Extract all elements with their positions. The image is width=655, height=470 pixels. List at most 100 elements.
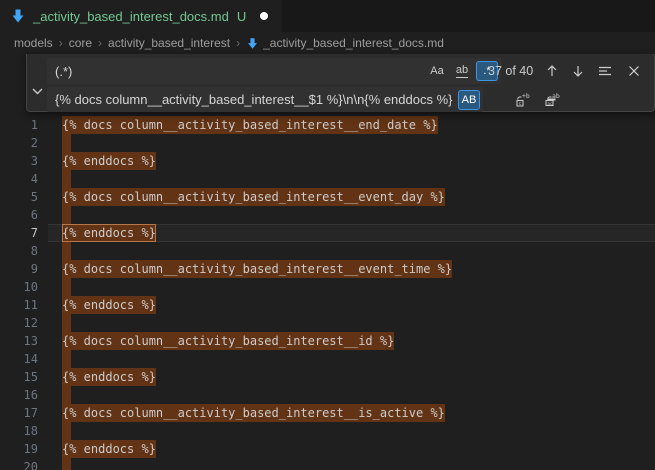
match-count-label: 37 of 40 [488,58,533,84]
whole-word-toggle[interactable]: ab [451,61,473,81]
next-match-button[interactable] [567,60,589,82]
tab-bar: _activity_based_interest_docs.md U [0,0,655,32]
breadcrumb-separator: › [59,36,63,50]
previous-match-button[interactable] [541,60,563,82]
line-number: 3 [0,152,48,170]
find-match-highlight: {% enddocs %} [62,368,156,386]
line-number: 8 [0,242,48,260]
editor-line[interactable]: 8 [0,242,655,260]
find-match-highlight [62,206,71,224]
line-content: {% enddocs %} [62,440,156,458]
editor-line[interactable]: 2 [0,134,655,152]
breadcrumb-item-models[interactable]: models [14,36,53,50]
editor-line[interactable]: 20 [0,458,655,470]
match-case-toggle[interactable]: Aa [426,61,448,81]
breadcrumb-separator: › [236,36,240,50]
line-content [62,350,71,368]
editor-line[interactable]: 11 {% enddocs %} [0,296,655,314]
find-replace-widget: (.*) Aa ab .* 37 of 40 {% docs column__a… [26,54,655,112]
editor-line[interactable]: 5 {% docs column__activity_based_interes… [0,188,655,206]
editor-line[interactable]: 6 [0,206,655,224]
editor-line[interactable]: 3 {% enddocs %} [0,152,655,170]
line-content [62,422,71,440]
find-match-highlight [62,278,71,296]
line-number: 17 [0,404,48,422]
line-number: 10 [0,278,48,296]
editor-line[interactable]: 10 [0,278,655,296]
svg-text:+b: +b [522,92,530,100]
line-content [62,458,71,470]
editor-line[interactable]: 18 [0,422,655,440]
arrow-down-icon [571,64,585,78]
breadcrumb-separator: › [98,36,102,50]
line-content [62,206,71,224]
replace-input[interactable]: {% docs column__activity_based_interest_… [47,87,483,112]
line-content: {% docs column__activity_based_interest_… [62,332,394,350]
editor-line[interactable]: 16 [0,386,655,404]
replace-button[interactable]: +b c [512,89,534,111]
line-content [62,134,71,152]
find-match-highlight [62,458,71,470]
line-content: {% docs column__activity_based_interest_… [62,116,438,134]
line-content: {% enddocs %} [62,368,156,386]
find-match-highlight [62,386,71,404]
breadcrumb-item-file[interactable]: _activity_based_interest_docs.md [263,36,444,50]
editor-lines: 1 {% docs column__activity_based_interes… [0,116,655,470]
editor-line[interactable]: 15 {% enddocs %} [0,368,655,386]
line-content: {% docs column__activity_based_interest_… [62,404,445,422]
tab-filename: _activity_based_interest_docs.md [33,9,229,24]
find-match-highlight: {% docs column__activity_based_interest_… [62,332,394,350]
chevron-down-icon [32,88,43,95]
line-number: 5 [0,188,48,206]
line-number: 19 [0,440,48,458]
line-content [62,170,71,188]
close-icon [628,65,640,77]
find-in-selection-button[interactable] [594,60,616,82]
find-match-highlight: {% docs column__activity_based_interest_… [62,188,445,206]
editor-line[interactable]: 19 {% enddocs %} [0,440,655,458]
editor-line[interactable]: 1 {% docs column__activity_based_interes… [0,116,655,134]
svg-text:c: c [519,101,522,107]
line-number: 6 [0,206,48,224]
editor-line[interactable]: 4 [0,170,655,188]
find-match-highlight: {% docs column__activity_based_interest_… [62,260,452,278]
find-match-highlight: {% enddocs %} [62,296,156,314]
find-match-highlight: {% enddocs %} [62,440,156,458]
line-number: 13 [0,332,48,350]
breadcrumb-item-activity-based-interest[interactable]: activity_based_interest [108,36,230,50]
find-input-value: (.*) [47,64,426,79]
editor-line[interactable]: 14 [0,350,655,368]
editor-line[interactable]: 9 {% docs column__activity_based_interes… [0,260,655,278]
replace-all-button[interactable]: ab ac [541,89,563,111]
find-match-highlight [62,422,71,440]
editor-line[interactable]: 12 [0,314,655,332]
find-match-highlight [62,242,71,260]
editor-line[interactable]: 13 {% docs column__activity_based_intere… [0,332,655,350]
find-input[interactable]: (.*) Aa ab .* [47,58,501,84]
git-status-badge: U [237,9,246,24]
replace-input-value: {% docs column__activity_based_interest_… [47,92,458,107]
find-match-highlight [62,350,71,368]
unsaved-changes-dot-icon[interactable] [260,12,268,20]
line-number: 4 [0,170,48,188]
tab-activity-based-interest-docs[interactable]: _activity_based_interest_docs.md U [0,0,282,32]
line-number: 9 [0,260,48,278]
line-number: 1 [0,116,48,134]
editor-pane[interactable]: 1 {% docs column__activity_based_interes… [0,54,655,470]
preserve-case-toggle[interactable]: AB [458,90,480,110]
whole-word-icon: ab [456,64,468,78]
find-in-selection-icon [598,64,612,78]
line-content [62,278,71,296]
find-match-highlight [62,134,71,152]
close-find-widget-button[interactable] [623,60,645,82]
find-match-highlight [62,314,71,332]
editor-line[interactable]: 17 {% docs column__activity_based_intere… [0,404,655,422]
toggle-replace-button[interactable] [27,54,47,111]
breadcrumb-item-core[interactable]: core [69,36,92,50]
line-content [62,386,71,404]
line-number: 14 [0,350,48,368]
arrow-up-icon [545,64,559,78]
editor-line[interactable]: 7 {% enddocs %} [0,224,655,242]
line-number: 11 [0,296,48,314]
replace-icon: +b c [515,92,531,108]
